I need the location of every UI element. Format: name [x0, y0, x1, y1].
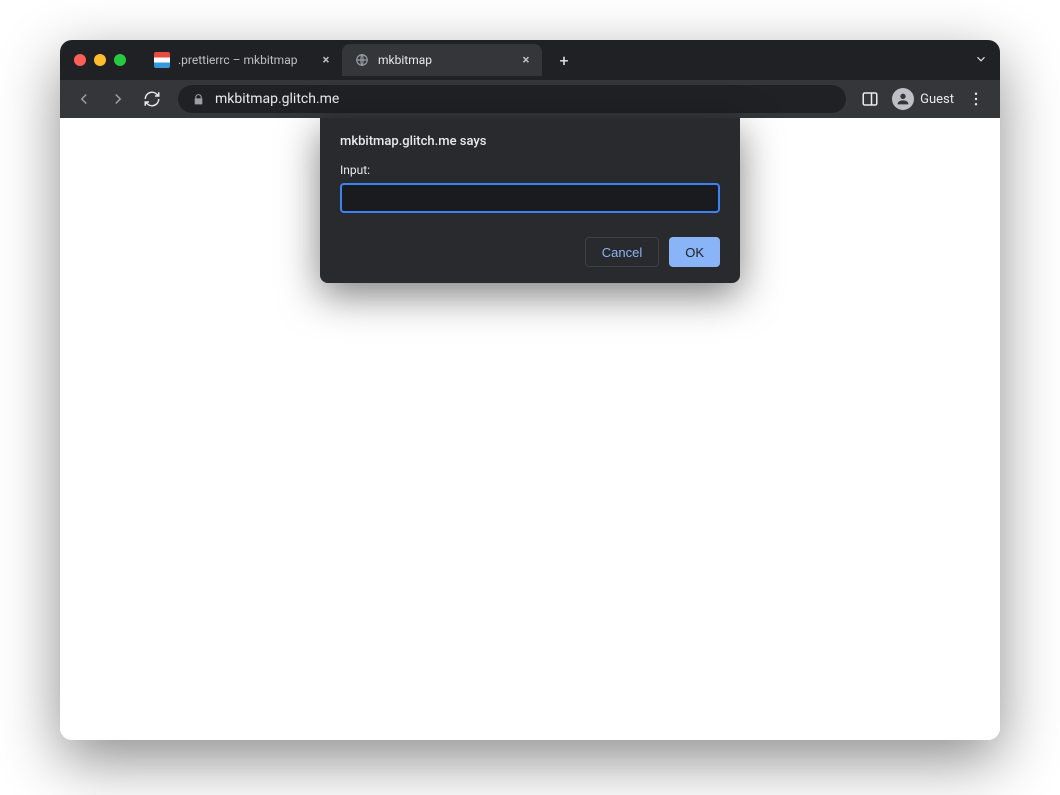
address-bar[interactable]: mkbitmap.glitch.me: [178, 85, 846, 113]
back-button[interactable]: [70, 85, 98, 113]
tabs-overflow-button[interactable]: [974, 51, 988, 70]
window-minimize-button[interactable]: [94, 54, 106, 66]
ok-button[interactable]: OK: [669, 237, 720, 267]
tab-title: .prettierrc – mkbitmap: [178, 53, 310, 67]
dialog-prompt-label: Input:: [340, 163, 720, 177]
tab-strip: .prettierrc – mkbitmap × mkbitmap × +: [60, 40, 1000, 80]
reload-icon: [143, 90, 161, 108]
close-tab-icon[interactable]: ×: [518, 52, 534, 68]
avatar-icon: [892, 88, 914, 110]
window-close-button[interactable]: [74, 54, 86, 66]
arrow-right-icon: [109, 90, 127, 108]
tab-prettierrc[interactable]: .prettierrc – mkbitmap ×: [142, 44, 342, 76]
close-tab-icon[interactable]: ×: [318, 52, 334, 68]
dialog-origin: mkbitmap.glitch.me says: [340, 134, 720, 149]
browser-menu-button[interactable]: [964, 87, 988, 111]
browser-window: .prettierrc – mkbitmap × mkbitmap × +: [60, 40, 1000, 740]
dialog-buttons: Cancel OK: [340, 237, 720, 267]
profile-button[interactable]: Guest: [892, 88, 954, 110]
reload-button[interactable]: [138, 85, 166, 113]
side-panel-button[interactable]: [858, 87, 882, 111]
window-controls: [74, 54, 126, 66]
arrow-left-icon: [75, 90, 93, 108]
forward-button[interactable]: [104, 85, 132, 113]
panel-icon: [861, 90, 879, 108]
tab-title: mkbitmap: [378, 53, 510, 67]
page-viewport: mkbitmap.glitch.me says Input: Cancel OK: [60, 118, 1000, 740]
dialog-input[interactable]: [340, 183, 720, 213]
address-text: mkbitmap.glitch.me: [215, 91, 339, 107]
toolbar: mkbitmap.glitch.me Guest: [60, 80, 1000, 118]
profile-label: Guest: [920, 92, 954, 107]
kebab-menu-icon: [967, 90, 985, 108]
glitch-favicon-icon: [154, 52, 170, 68]
toolbar-right: Guest: [858, 87, 990, 111]
js-prompt-dialog: mkbitmap.glitch.me says Input: Cancel OK: [320, 118, 740, 283]
lock-icon: [192, 93, 205, 106]
tabs: .prettierrc – mkbitmap × mkbitmap × +: [142, 40, 578, 80]
cancel-button[interactable]: Cancel: [585, 237, 659, 267]
tab-mkbitmap[interactable]: mkbitmap ×: [342, 44, 542, 76]
window-zoom-button[interactable]: [114, 54, 126, 66]
new-tab-button[interactable]: +: [550, 46, 578, 74]
globe-favicon-icon: [354, 52, 370, 68]
